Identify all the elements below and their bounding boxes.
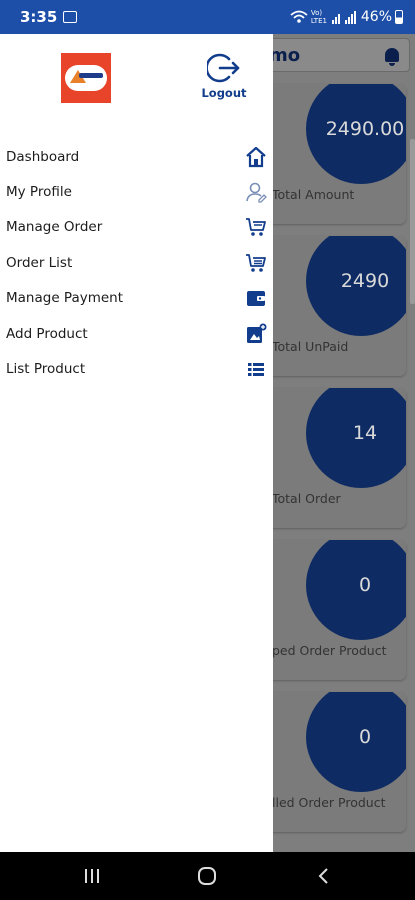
summary-card: 0 ped Order Product xyxy=(262,540,406,680)
recent-apps-icon xyxy=(85,869,99,883)
add-product-icon xyxy=(245,323,267,345)
back-icon xyxy=(318,868,328,884)
recent-apps-button[interactable] xyxy=(82,866,102,886)
logout-icon xyxy=(207,53,240,83)
background-header: mo xyxy=(262,38,410,72)
menu-item-my-profile[interactable]: My Profile xyxy=(0,174,273,209)
menu-item-manage-payment[interactable]: Manage Payment xyxy=(0,281,273,316)
card-value: 0 xyxy=(306,540,406,640)
menu-item-label: Order List xyxy=(6,254,73,271)
background-title: mo xyxy=(269,44,301,66)
home-icon xyxy=(245,146,267,168)
app-logo xyxy=(61,53,111,103)
logout-button[interactable]: Logout xyxy=(198,52,250,100)
wallet-icon xyxy=(245,287,267,309)
home-button[interactable] xyxy=(196,866,218,886)
menu-item-dashboard[interactable]: Dashboard xyxy=(0,139,273,174)
menu-item-list-product[interactable]: List Product xyxy=(0,351,273,386)
summary-card: 14 Total Order xyxy=(262,388,406,528)
card-value: 2490.00 xyxy=(306,84,406,184)
menu-item-label: Add Product xyxy=(6,325,88,342)
scrollbar[interactable] xyxy=(410,139,415,304)
battery-icon xyxy=(395,10,403,24)
status-time: 3:35 xyxy=(20,8,58,26)
navigation-drawer: Logout Dashboard My Profile Manage Order… xyxy=(0,34,273,852)
logout-label: Logout xyxy=(201,86,247,100)
menu-item-label: List Product xyxy=(6,361,86,378)
menu-item-manage-order[interactable]: Manage Order xyxy=(0,210,273,245)
card-value: 14 xyxy=(306,388,406,488)
menu-item-label: My Profile xyxy=(6,184,72,201)
card-label: lled Order Product xyxy=(272,795,386,810)
menu-item-label: Manage Order xyxy=(6,219,103,236)
cart-icon xyxy=(245,216,267,238)
card-value: 0 xyxy=(306,692,406,792)
wifi-icon xyxy=(290,10,308,23)
menu-item-label: Dashboard xyxy=(6,148,80,165)
menu-item-order-list[interactable]: Order List xyxy=(0,245,273,280)
summary-card: 2490.00 Total Amount xyxy=(262,84,406,224)
message-icon xyxy=(63,11,78,23)
drawer-menu: Dashboard My Profile Manage Order Order … xyxy=(0,139,273,387)
list-icon xyxy=(245,358,267,380)
bell-icon xyxy=(385,48,399,66)
card-label: Total UnPaid xyxy=(272,339,349,354)
summary-card: 0 lled Order Product xyxy=(262,692,406,832)
menu-item-label: Manage Payment xyxy=(6,290,124,307)
card-label: Total Order xyxy=(272,491,341,506)
cart-list-icon xyxy=(245,252,267,274)
system-nav-bar xyxy=(0,852,415,900)
summary-card: 2490 Total UnPaid xyxy=(262,236,406,376)
menu-item-add-product[interactable]: Add Product xyxy=(0,316,273,351)
card-value: 2490 xyxy=(306,236,406,336)
back-button[interactable] xyxy=(314,866,334,886)
card-label: Total Amount xyxy=(272,187,355,202)
battery-percent: 46% xyxy=(360,9,392,25)
signal-icon xyxy=(331,11,356,24)
status-bar: 3:35 Vo) LTE1 46% xyxy=(0,0,415,34)
profile-icon xyxy=(245,181,267,203)
network-label: Vo) LTE1 xyxy=(310,9,327,25)
home-circle-icon xyxy=(198,867,216,885)
card-label: ped Order Product xyxy=(272,643,387,658)
